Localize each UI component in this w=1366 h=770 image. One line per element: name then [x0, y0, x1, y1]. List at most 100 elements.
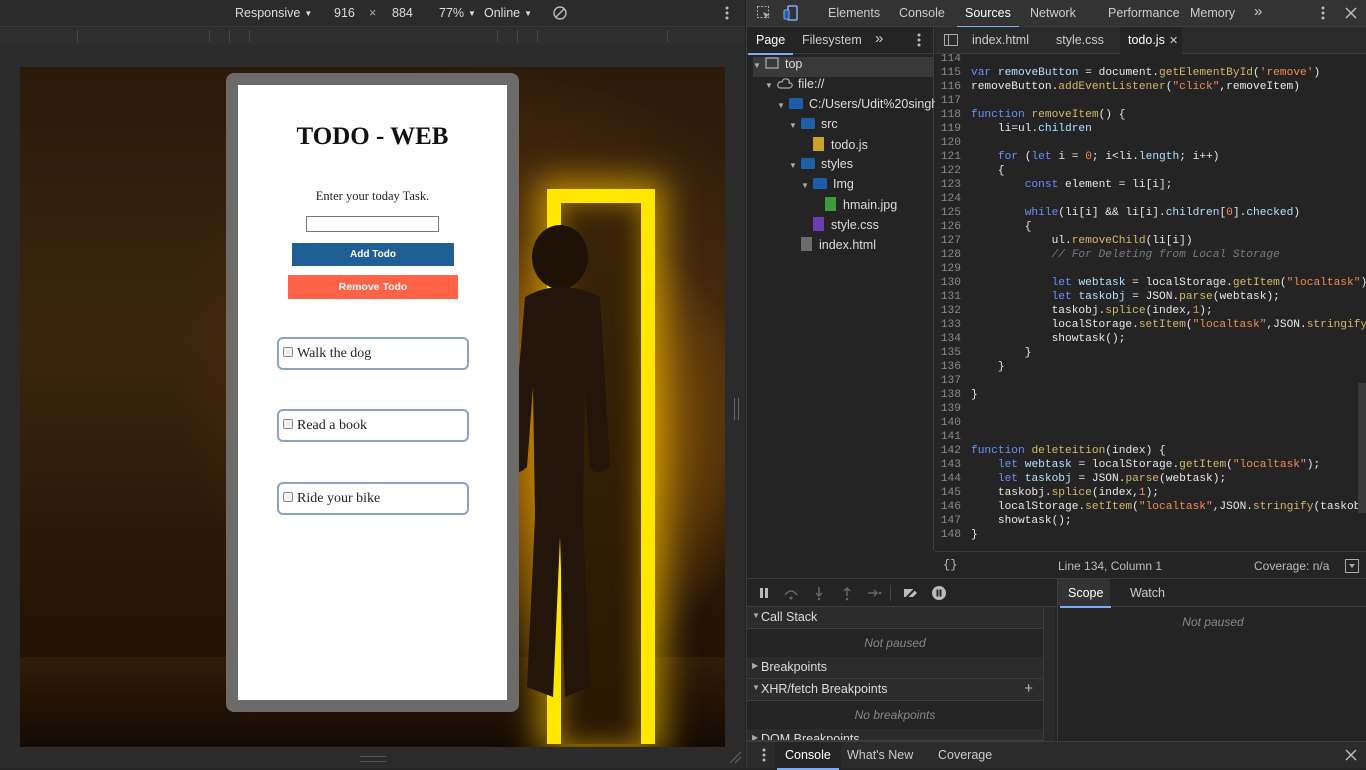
tab-scope[interactable]: Scope — [1059, 586, 1113, 608]
tab-watch[interactable]: Watch — [1130, 586, 1165, 600]
folder-icon — [813, 178, 827, 189]
device-toggle-icon[interactable] — [783, 5, 799, 21]
dom-breakpoints-header[interactable]: ▶ DOM Breakpoints — [747, 729, 1043, 741]
toolbar-divider — [890, 585, 891, 601]
todo-checkbox[interactable] — [283, 347, 293, 357]
device-emulation-pane: Responsive ▼ 916 × 884 77% ▼ Online ▼ TODO … — [0, 0, 745, 768]
toggle-navigator-icon[interactable] — [943, 32, 959, 48]
media-query-segment[interactable] — [0, 30, 78, 42]
breakpoints-header[interactable]: ▶ Breakpoints — [747, 657, 1043, 679]
scope-tabs: Scope Watch — [1058, 579, 1366, 608]
tree-item-top[interactable]: ▼ top — [753, 57, 933, 77]
pretty-print-button[interactable]: {} — [943, 558, 957, 572]
device-toolbar: Responsive ▼ 916 × 884 77% ▼ Online ▼ — [0, 0, 745, 27]
tab-sources[interactable]: Sources — [957, 6, 1019, 28]
coverage-status: Coverage: n/a — [1254, 559, 1330, 573]
more-tabs-icon[interactable]: » — [1254, 3, 1262, 20]
tree-item-todo-js[interactable]: todo.js — [813, 137, 868, 157]
pause-on-exceptions-icon[interactable] — [931, 585, 947, 601]
debugger-pane: ▼Call Stack Not paused ▶ Breakpoints ▼XHR… — [747, 578, 1366, 741]
step-out-icon[interactable] — [839, 585, 855, 601]
code-editor: index.html style.css todo.js ✕ 114 115 va… — [935, 27, 1366, 550]
settings-menu-icon[interactable] — [1315, 5, 1331, 21]
task-prompt: Enter your today Task. — [315, 189, 430, 203]
zoom-select[interactable]: 77% ▼ — [439, 6, 476, 20]
xhr-breakpoints-header[interactable]: ▼XHR/fetch Breakpoints + — [747, 679, 1043, 701]
tab-console[interactable]: Console — [899, 6, 945, 20]
navigator-menu-icon[interactable] — [911, 32, 927, 48]
media-query-segment[interactable] — [538, 30, 668, 42]
add-breakpoint-icon[interactable]: + — [1024, 680, 1033, 697]
tree-item-hmain-jpg[interactable]: hmain.jpg — [825, 197, 897, 217]
media-query-segment[interactable] — [498, 30, 518, 42]
console-drawer: Console What's New Coverage — [747, 741, 1366, 770]
throttle-select[interactable]: Online ▼ — [484, 6, 532, 20]
drawer-tab-console[interactable]: Console — [777, 748, 839, 770]
editor-tab-index-html[interactable]: index.html — [972, 33, 1029, 47]
pause-icon[interactable] — [756, 585, 772, 601]
add-todo-button[interactable]: Add Todo — [292, 243, 454, 266]
editor-tab-style-css[interactable]: style.css — [1056, 33, 1104, 47]
call-stack-header[interactable]: ▼Call Stack — [747, 607, 1043, 629]
astronaut-silhouette — [511, 225, 610, 697]
remove-todo-button[interactable]: Remove Todo — [288, 275, 458, 299]
close-tab-icon[interactable]: ✕ — [1169, 34, 1178, 47]
viewport-height-handle[interactable] — [360, 756, 386, 762]
tab-memory[interactable]: Memory — [1190, 6, 1235, 20]
tree-item-index-html[interactable]: index.html — [801, 237, 876, 257]
cloud-icon — [777, 78, 793, 89]
tab-filesystem[interactable]: Filesystem — [802, 33, 862, 47]
debugger-toolbar — [747, 579, 1057, 607]
drawer-tab-whats-new[interactable]: What's New — [847, 748, 913, 762]
inspect-element-icon[interactable] — [756, 5, 772, 21]
editor-tabbar: index.html style.css todo.js ✕ — [935, 27, 1366, 54]
media-query-segment[interactable] — [518, 30, 538, 42]
source-code[interactable]: 114 115 var removeButton = document.getEl… — [935, 54, 1366, 546]
folder-icon — [801, 158, 815, 169]
more-navigator-icon[interactable]: » — [875, 30, 883, 47]
vertical-scrollbar[interactable] — [1358, 383, 1366, 513]
deactivate-breakpoints-icon[interactable] — [903, 585, 919, 601]
media-query-bar[interactable] — [0, 28, 745, 45]
tree-item-user-folder[interactable]: ▼ C:/Users/Udit%20singh/ — [777, 97, 942, 117]
step-over-icon[interactable] — [783, 585, 799, 601]
tree-item-styles[interactable]: ▼ styles — [789, 157, 853, 177]
device-select[interactable]: Responsive ▼ — [235, 6, 312, 20]
todo-checkbox[interactable] — [283, 492, 293, 502]
tree-item-file-scheme[interactable]: ▼ file:// — [765, 77, 824, 97]
media-query-segment[interactable] — [250, 30, 498, 42]
toggle-debugger-icon[interactable] — [1344, 558, 1360, 574]
editor-tab-todo-js[interactable]: todo.js — [1128, 33, 1165, 47]
step-icon[interactable] — [866, 585, 882, 601]
css-file-icon — [813, 217, 824, 231]
width-input[interactable]: 916 — [334, 6, 355, 20]
tab-network[interactable]: Network — [1030, 6, 1076, 20]
media-query-segment[interactable] — [230, 30, 250, 42]
tree-item-style-css[interactable]: style.css — [813, 217, 879, 237]
page-title: TODO - WEB — [296, 123, 449, 150]
rotate-icon[interactable] — [552, 5, 568, 21]
image-file-icon — [825, 197, 836, 211]
tree-item-src[interactable]: ▼ src — [789, 117, 838, 137]
height-input[interactable]: 884 — [392, 6, 413, 20]
todo-text: Ride your bike — [297, 491, 381, 506]
tab-elements[interactable]: Elements — [828, 6, 880, 20]
viewport-width-handle[interactable] — [734, 398, 739, 420]
media-query-segment[interactable] — [210, 30, 230, 42]
tree-item-img[interactable]: ▼ Img — [801, 177, 854, 197]
media-query-segment[interactable] — [78, 30, 210, 42]
close-drawer-icon[interactable] — [1343, 747, 1359, 763]
tab-performance[interactable]: Performance — [1108, 6, 1180, 20]
more-options-icon[interactable] — [719, 5, 735, 21]
task-input[interactable] — [306, 216, 439, 232]
step-into-icon[interactable] — [811, 585, 827, 601]
navigator-tabs: Page Filesystem » — [747, 27, 934, 55]
tab-page[interactable]: Page — [747, 33, 794, 55]
scope-watch-panel: Scope Watch Not paused — [1057, 579, 1366, 741]
corner-resize-icon[interactable] — [728, 750, 742, 764]
debugger-scrollbar[interactable] — [1043, 607, 1055, 741]
drawer-tab-coverage[interactable]: Coverage — [938, 748, 992, 762]
close-devtools-icon[interactable] — [1343, 5, 1359, 21]
todo-checkbox[interactable] — [283, 419, 293, 429]
drawer-menu-icon[interactable] — [756, 747, 772, 763]
